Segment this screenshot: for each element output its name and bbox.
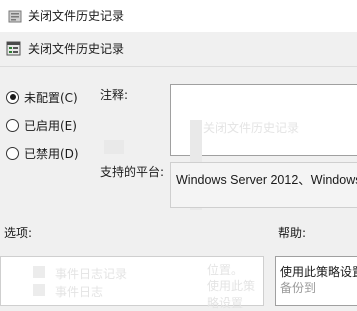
options-ghost-item: 事件日志记录	[55, 267, 128, 281]
radio-not-configured[interactable]: 未配置(C)	[6, 88, 78, 106]
radio-disabled-label[interactable]: 已禁用(D)	[24, 145, 79, 162]
options-ghost-text: 使用此策略设置	[207, 279, 256, 310]
platform-value: Windows Server 2012、Windows 8	[176, 173, 357, 187]
policy-setting-icon	[6, 41, 21, 56]
options-section-label: 选项:	[4, 226, 33, 240]
faint-artifact	[33, 266, 45, 278]
radio-disabled-button[interactable]	[6, 146, 19, 160]
title-bar: 关闭文件历史记录	[0, 0, 357, 32]
options-panel[interactable]: 事件日志记录 事件日志 位置。 使用此策略设置	[0, 256, 264, 310]
policy-header: 关闭文件历史记录	[0, 32, 357, 66]
window-title: 关闭文件历史记录	[28, 9, 125, 23]
help-ghost-text: 备份到	[280, 281, 317, 295]
help-section-label: 帮助:	[278, 226, 307, 240]
radio-not-configured-label[interactable]: 未配置(C)	[24, 89, 78, 106]
options-ghost-text: 位置。	[207, 263, 244, 277]
faint-artifact	[33, 284, 45, 296]
radio-not-configured-button[interactable]	[6, 90, 19, 104]
options-ghost-item: 事件日志	[55, 285, 104, 299]
help-panel[interactable]: 使用此策略设置 备份到	[275, 256, 357, 306]
radio-enabled-label[interactable]: 已启用(E)	[24, 117, 77, 134]
comment-watermark: 关闭文件历史记录	[203, 121, 300, 135]
platform-label: 支持的平台:	[100, 165, 165, 179]
help-text: 使用此策略设置	[280, 265, 357, 279]
faint-artifact	[104, 140, 124, 154]
comment-label: 注释:	[100, 88, 129, 102]
radio-enabled[interactable]: 已启用(E)	[6, 116, 77, 134]
platform-field: Windows Server 2012、Windows 8	[170, 162, 357, 208]
header-divider	[0, 66, 357, 67]
policy-title: 关闭文件历史记录	[28, 42, 125, 56]
radio-enabled-button[interactable]	[6, 118, 19, 132]
radio-disabled[interactable]: 已禁用(D)	[6, 144, 79, 162]
policy-window-icon	[8, 10, 22, 23]
